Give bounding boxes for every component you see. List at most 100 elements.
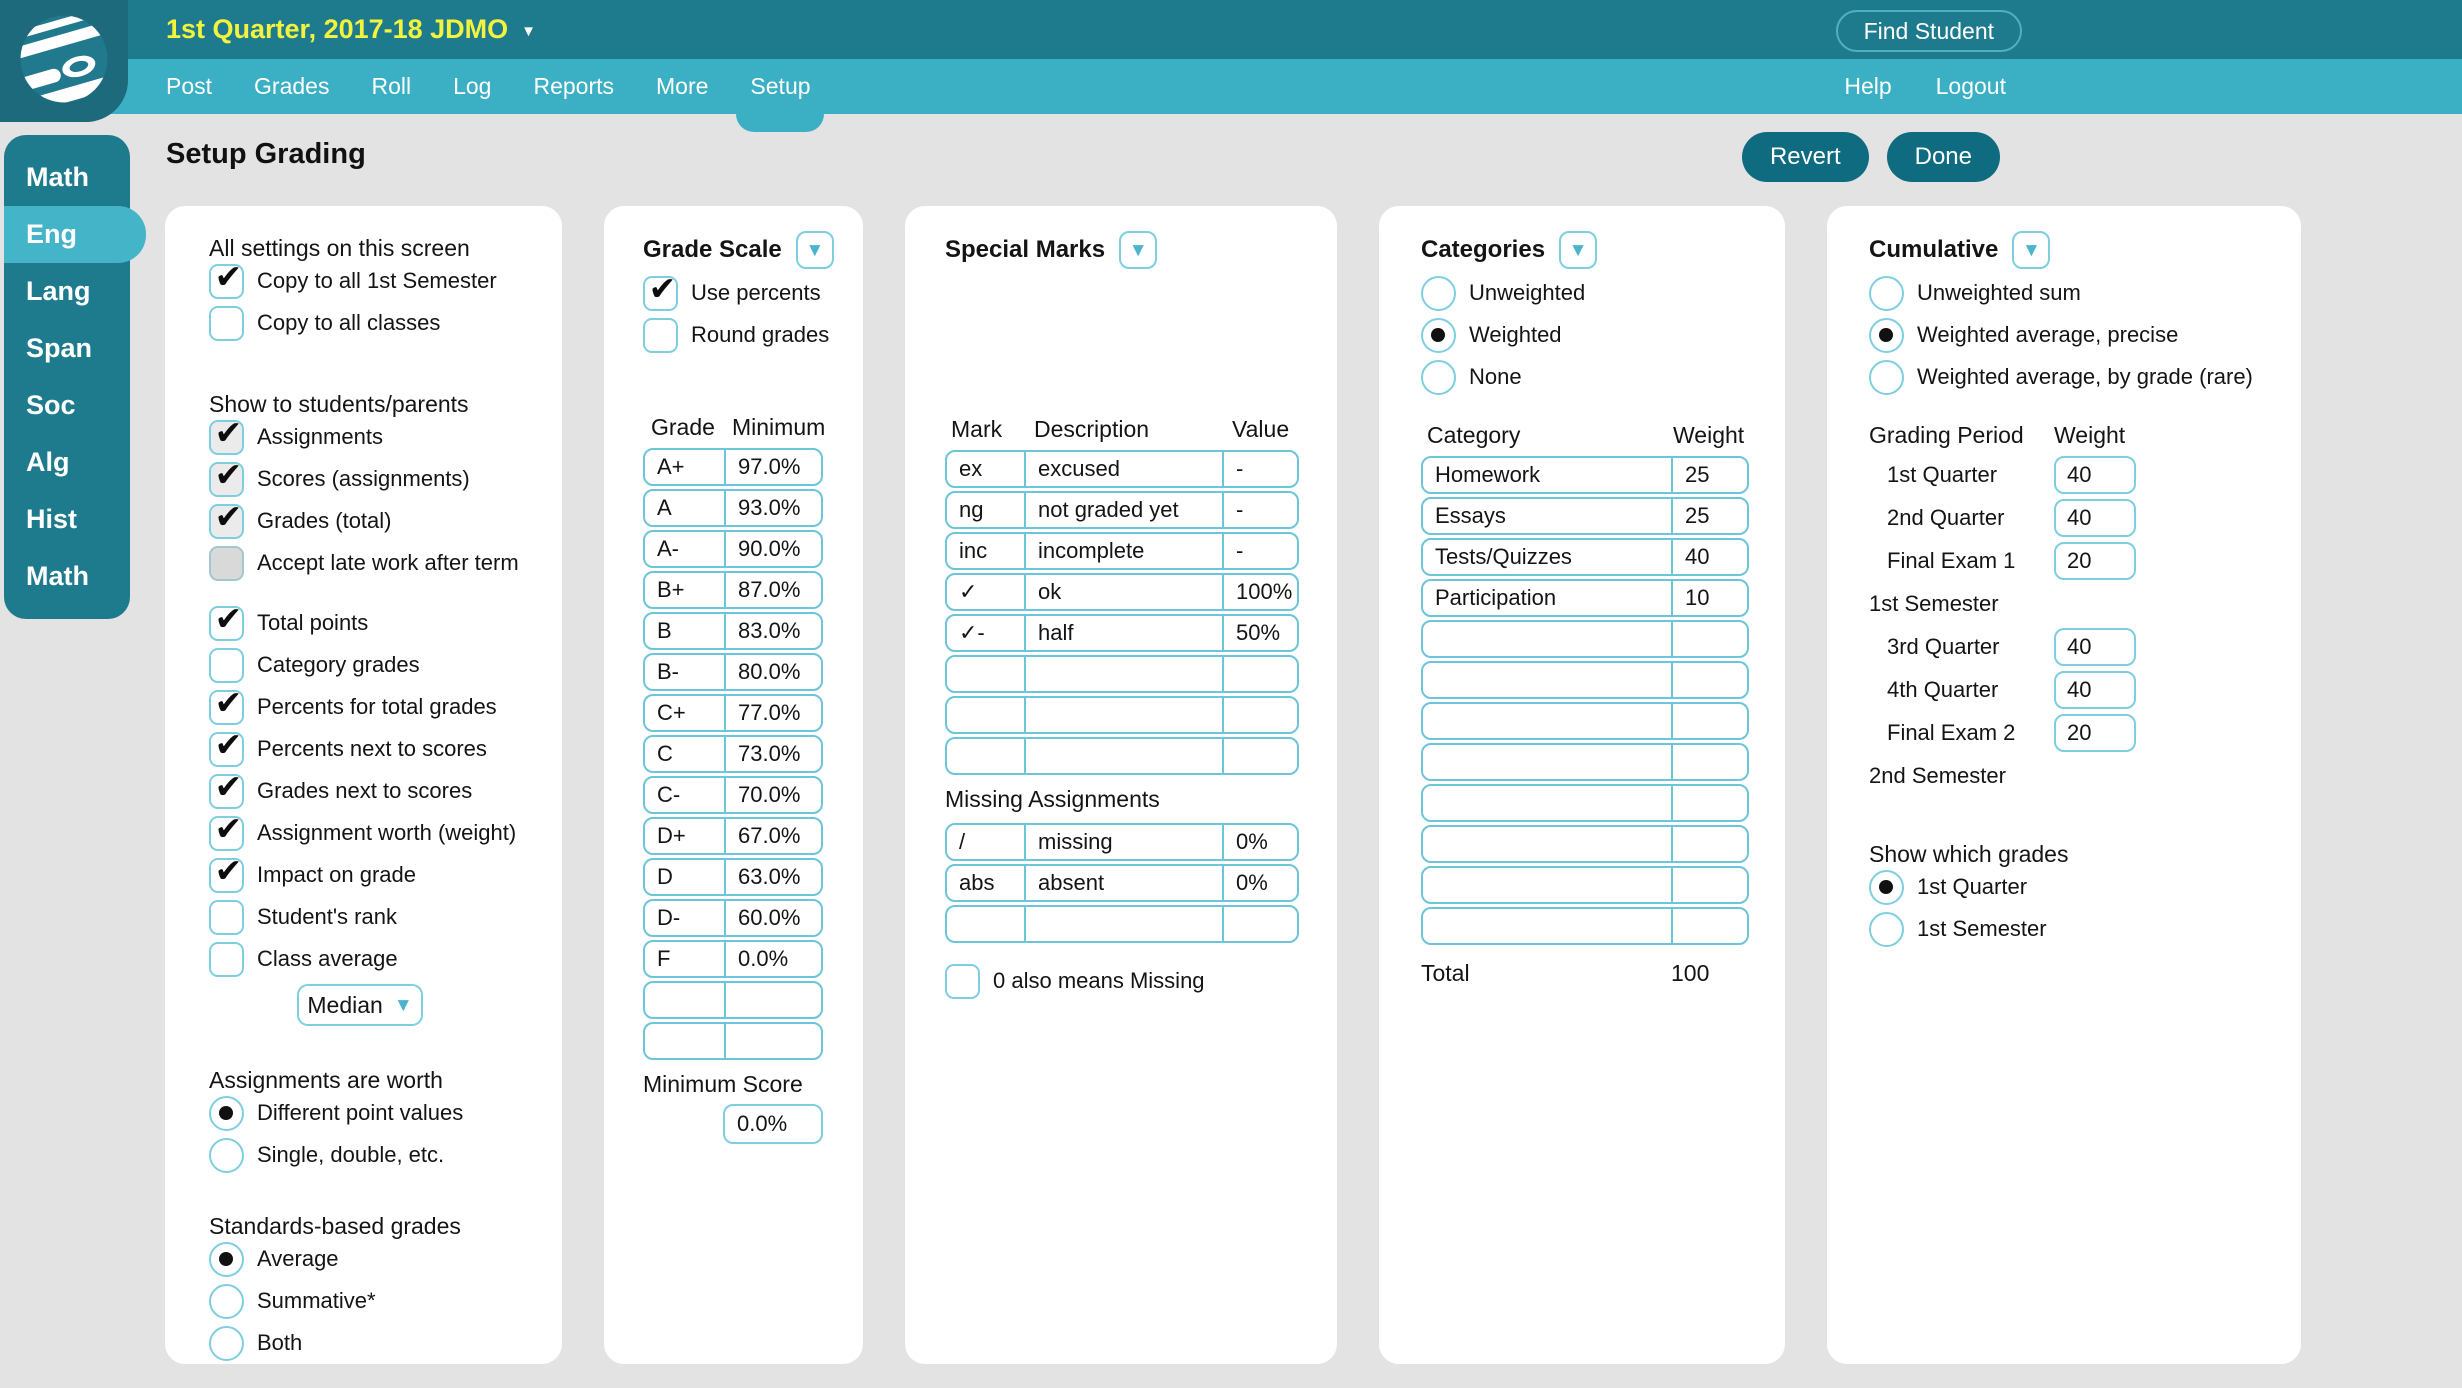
minimum-cell[interactable]: 70.0% [724, 778, 821, 812]
mark-cell[interactable] [947, 739, 1024, 773]
grade-cell[interactable]: A [645, 491, 724, 525]
grade-cell[interactable]: D [645, 860, 724, 894]
minimum-cell[interactable]: 0.0% [724, 942, 821, 976]
checkbox[interactable]: ✔ [643, 276, 678, 311]
grade-cell[interactable]: C+ [645, 696, 724, 730]
grade-cell[interactable]: F [645, 942, 724, 976]
value-cell[interactable]: - [1222, 452, 1297, 486]
checkbox[interactable]: ✔ [945, 964, 980, 999]
mark-cell[interactable]: inc [947, 534, 1024, 568]
checkbox[interactable]: ✔ [209, 420, 244, 455]
nav-item[interactable]: Post [166, 59, 212, 114]
nav-item[interactable]: Grades [254, 59, 329, 114]
checkbox[interactable]: ✔ [209, 264, 244, 299]
minimum-cell[interactable]: 77.0% [724, 696, 821, 730]
radio-button[interactable] [209, 1138, 244, 1173]
minimum-score-input[interactable]: 0.0% [723, 1104, 823, 1144]
median-select[interactable]: Median ▼ [297, 984, 423, 1026]
category-cell[interactable]: Essays [1423, 499, 1671, 533]
checkbox-row[interactable]: ✔ Copy to all classes [209, 304, 562, 342]
checkbox-row[interactable]: ✔ Assignments [209, 418, 562, 456]
grade-cell[interactable] [645, 1024, 724, 1058]
category-cell[interactable]: Participation [1423, 581, 1671, 615]
sidebar-class-tab[interactable]: Math [4, 149, 130, 206]
description-cell[interactable]: excused [1024, 452, 1222, 486]
minimum-cell[interactable]: 60.0% [724, 901, 821, 935]
value-cell[interactable]: 0% [1222, 825, 1297, 859]
mark-cell[interactable]: ex [947, 452, 1024, 486]
nav-item[interactable]: Roll [371, 59, 411, 114]
radio-row[interactable]: Different point values [209, 1094, 562, 1132]
minimum-cell[interactable] [724, 1024, 821, 1058]
weight-cell[interactable] [1671, 909, 1747, 943]
sidebar-class-tab[interactable]: Math [4, 548, 130, 605]
weight-cell[interactable] [1671, 622, 1747, 656]
minimum-cell[interactable]: 90.0% [724, 532, 821, 566]
description-cell[interactable]: missing [1024, 825, 1222, 859]
checkbox-row[interactable]: ✔ Scores (assignments) [209, 460, 562, 498]
checkbox-row[interactable]: ✔ Round grades [643, 316, 863, 354]
category-cell[interactable]: Tests/Quizzes [1423, 540, 1671, 574]
checkbox[interactable]: ✔ [209, 774, 244, 809]
description-cell[interactable]: not graded yet [1024, 493, 1222, 527]
sidebar-class-tab[interactable]: Lang [4, 263, 130, 320]
category-cell[interactable] [1423, 827, 1671, 861]
category-cell[interactable] [1423, 704, 1671, 738]
radio-button[interactable] [1421, 276, 1456, 311]
weight-cell[interactable] [1671, 786, 1747, 820]
description-cell[interactable] [1024, 739, 1222, 773]
checkbox-row[interactable]: ✔ Percents next to scores [209, 730, 562, 768]
checkbox[interactable]: ✔ [209, 504, 244, 539]
zero-means-missing-row[interactable]: ✔ 0 also means Missing [945, 962, 1337, 1000]
checkbox[interactable]: ✔ [209, 648, 244, 683]
panel-dropdown-button[interactable]: ▼ [1119, 231, 1157, 269]
checkbox-row[interactable]: ✔ Percents for total grades [209, 688, 562, 726]
radio-row[interactable]: Unweighted sum [1869, 274, 2301, 312]
checkbox-row[interactable]: ✔ Assignment worth (weight) [209, 814, 562, 852]
grade-cell[interactable]: A- [645, 532, 724, 566]
checkbox[interactable]: ✔ [209, 606, 244, 641]
weight-cell[interactable]: 25 [1671, 499, 1747, 533]
value-cell[interactable]: 50% [1222, 616, 1297, 650]
weight-input[interactable]: 40 [2054, 456, 2136, 494]
sidebar-class-tab[interactable]: Hist [4, 491, 130, 548]
nav-logout[interactable]: Logout [1936, 73, 2006, 100]
value-cell[interactable] [1222, 657, 1297, 691]
grade-cell[interactable]: B [645, 614, 724, 648]
checkbox-row[interactable]: ✔ Category grades [209, 646, 562, 684]
description-cell[interactable] [1024, 907, 1222, 941]
value-cell[interactable]: 100% [1222, 575, 1297, 609]
radio-button[interactable] [209, 1242, 244, 1277]
weight-input[interactable]: 20 [2054, 542, 2136, 580]
category-cell[interactable]: Homework [1423, 458, 1671, 492]
mark-cell[interactable]: / [947, 825, 1024, 859]
radio-row[interactable]: Summative* [209, 1282, 562, 1320]
category-cell[interactable] [1423, 745, 1671, 779]
minimum-cell[interactable]: 87.0% [724, 573, 821, 607]
grade-cell[interactable]: B- [645, 655, 724, 689]
grade-cell[interactable]: C [645, 737, 724, 771]
weight-cell[interactable]: 40 [1671, 540, 1747, 574]
weight-cell[interactable]: 10 [1671, 581, 1747, 615]
grade-cell[interactable]: D+ [645, 819, 724, 853]
checkbox-row[interactable]: ✔ Student's rank [209, 898, 562, 936]
checkbox[interactable]: ✔ [209, 900, 244, 935]
panel-dropdown-button[interactable]: ▼ [796, 231, 834, 269]
radio-row[interactable]: Average [209, 1240, 562, 1278]
radio-button[interactable] [1869, 870, 1904, 905]
checkbox[interactable]: ✔ [643, 318, 678, 353]
grade-cell[interactable]: B+ [645, 573, 724, 607]
description-cell[interactable]: half [1024, 616, 1222, 650]
radio-button[interactable] [1869, 912, 1904, 947]
checkbox-row[interactable]: ✔ Copy to all 1st Semester [209, 262, 562, 300]
minimum-cell[interactable] [724, 983, 821, 1017]
minimum-cell[interactable]: 63.0% [724, 860, 821, 894]
radio-row[interactable]: Unweighted [1421, 274, 1785, 312]
minimum-cell[interactable]: 83.0% [724, 614, 821, 648]
radio-row[interactable]: Weighted average, precise [1869, 316, 2301, 354]
checkbox-row[interactable]: ✔ Impact on grade [209, 856, 562, 894]
grade-cell[interactable] [645, 983, 724, 1017]
radio-row[interactable]: Weighted [1421, 316, 1785, 354]
radio-button[interactable] [209, 1096, 244, 1131]
radio-button[interactable] [1869, 276, 1904, 311]
